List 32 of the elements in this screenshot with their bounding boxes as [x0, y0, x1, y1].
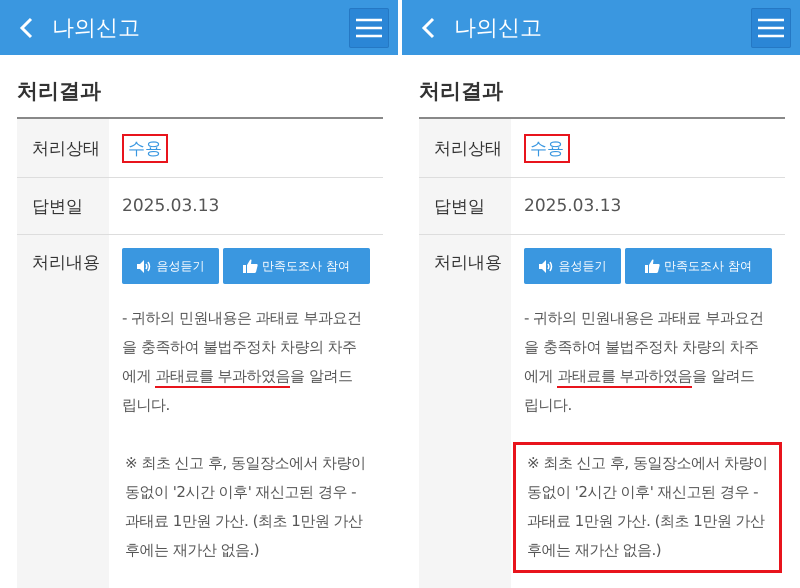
section-title: 처리결과	[17, 78, 102, 105]
row-label: 답변일	[419, 178, 511, 234]
row-label: 처리상태	[419, 119, 511, 177]
thumbs-up-icon	[645, 259, 660, 273]
row-label: 처리내용	[17, 235, 109, 588]
result-paragraph: - 귀하의 민원내용은 과태료 부과요건을 충족하여 불법주정차 차량의 차주에게 과태료를 부과하였음을 알려드립니다.	[122, 308, 362, 416]
page-title: 나의신고	[52, 14, 141, 42]
result-paragraph: - 귀하의 민원내용은 과태료 부과요건을 충족하여 불법주정차 차량의 차주에게 과태료를 부과하였음을 알려드립니다.	[524, 308, 764, 416]
row-label: 답변일	[17, 178, 109, 234]
menu-button[interactable]	[349, 8, 389, 48]
answer-date: 2025.03.13	[122, 196, 220, 216]
speaker-icon	[136, 260, 152, 272]
survey-button[interactable]: 만족도조사 참여	[223, 248, 370, 284]
row-label: 처리내용	[419, 235, 511, 588]
back-icon	[18, 16, 34, 40]
status-value: 수용	[524, 134, 570, 162]
speaker-icon	[538, 260, 554, 272]
status-value: 수용	[122, 134, 168, 162]
notice-text: ※ 최초 신고 후, 동일장소에서 차량이동없이 '2시간 이후' 재신고된 경우 - 과태료 1만원 가산. (최초 1만원 가산 후에는 재가산 없음.)	[513, 442, 782, 573]
listen-button[interactable]: 음성듣기	[524, 248, 621, 284]
listen-button[interactable]: 음성듣기	[122, 248, 219, 284]
notice-text: ※ 최초 신고 후, 동일장소에서 차량이동없이 '2시간 이후' 재신고된 경우 - 과태료 1만원 가산. (최초 1만원 가산 후에는 재가산 없음.)	[124, 453, 367, 561]
page-title: 나의신고	[454, 14, 543, 42]
menu-icon	[758, 18, 784, 38]
section-title: 처리결과	[419, 78, 504, 105]
menu-button[interactable]	[751, 8, 791, 48]
thumbs-up-icon	[243, 259, 258, 273]
menu-icon	[356, 18, 382, 38]
back-icon	[420, 16, 436, 40]
row-label: 처리상태	[17, 119, 109, 177]
survey-button[interactable]: 만족도조사 참여	[625, 248, 772, 284]
answer-date: 2025.03.13	[524, 196, 622, 216]
